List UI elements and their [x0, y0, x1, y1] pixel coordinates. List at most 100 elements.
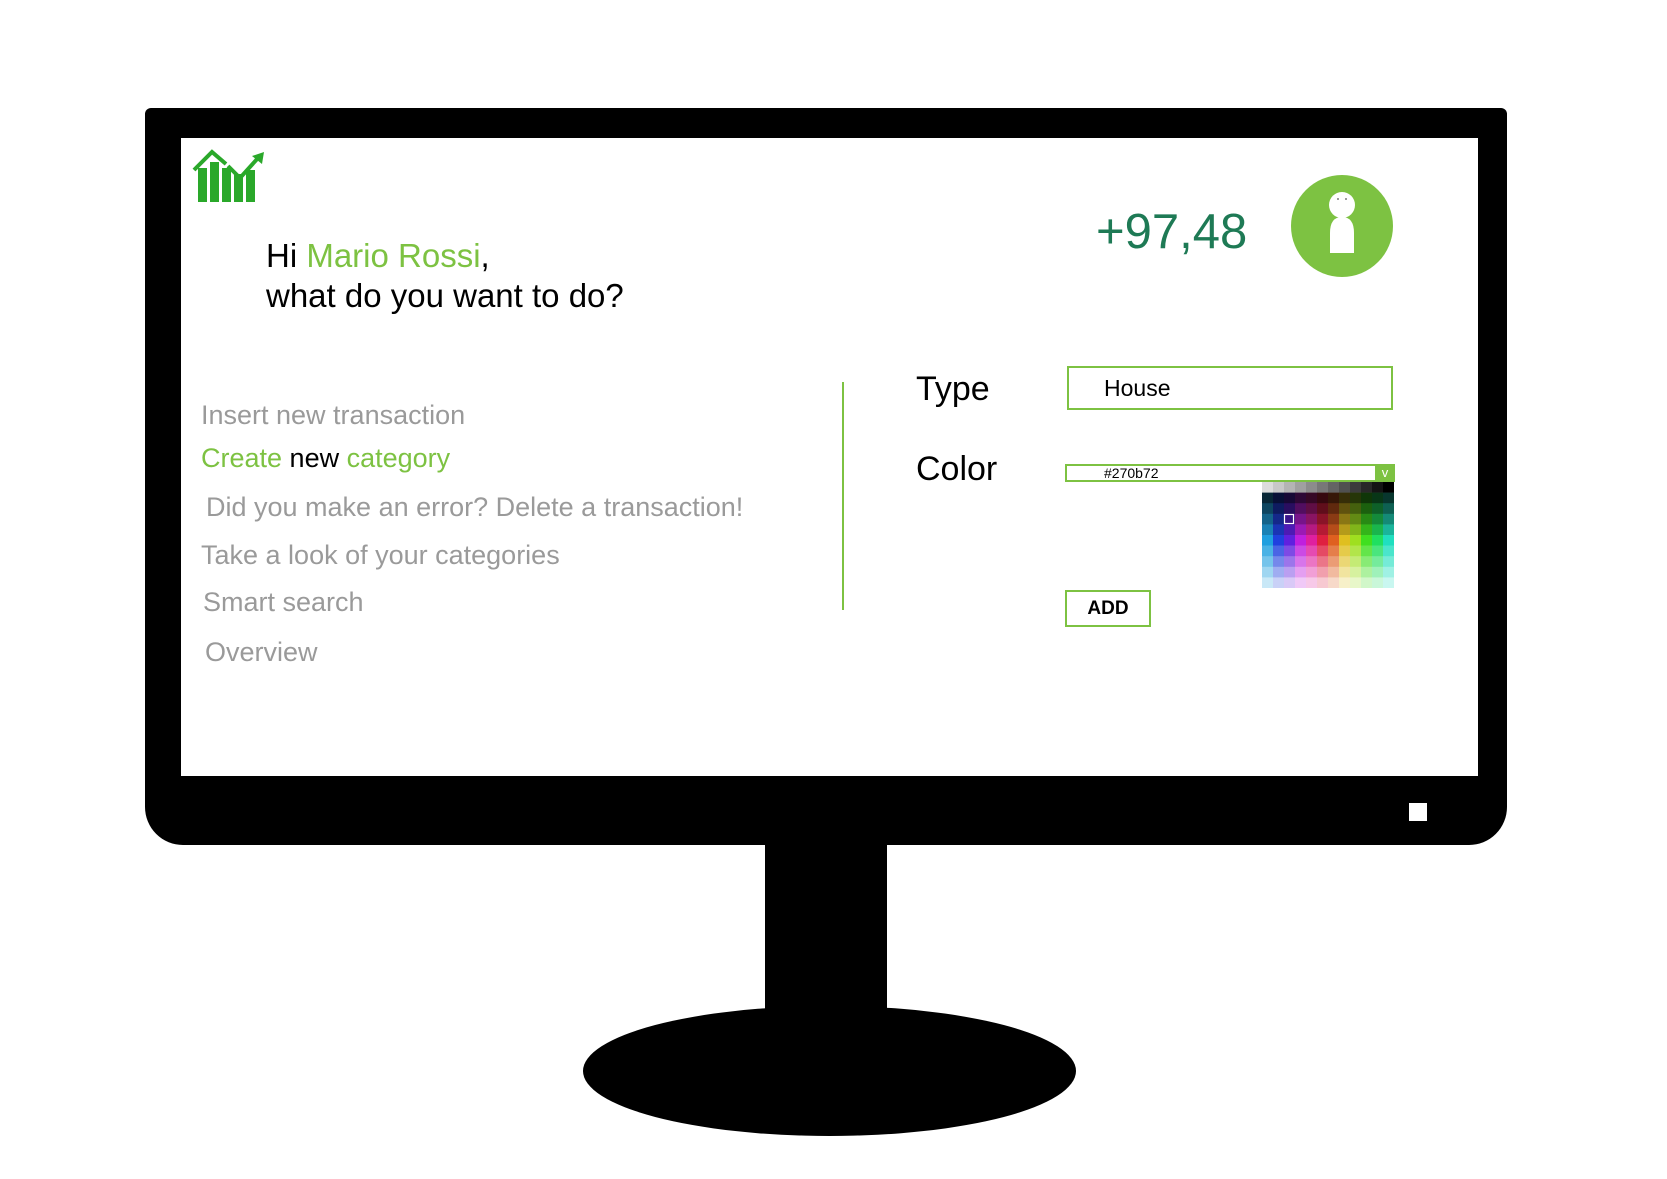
- color-swatch[interactable]: [1361, 503, 1373, 515]
- color-swatch[interactable]: [1306, 566, 1318, 578]
- color-swatch[interactable]: [1383, 577, 1394, 588]
- menu-view-categories[interactable]: Take a look of your categories: [201, 540, 560, 571]
- color-swatch[interactable]: [1273, 503, 1285, 515]
- color-swatch[interactable]: [1262, 503, 1274, 515]
- color-swatch[interactable]: [1339, 503, 1351, 515]
- type-input[interactable]: [1067, 366, 1393, 410]
- color-swatch[interactable]: [1328, 545, 1340, 557]
- color-swatch[interactable]: [1262, 513, 1274, 525]
- color-swatch[interactable]: [1317, 577, 1329, 588]
- color-swatch[interactable]: [1317, 513, 1329, 525]
- color-swatch[interactable]: [1339, 556, 1351, 568]
- color-swatch[interactable]: [1295, 513, 1307, 525]
- color-swatch[interactable]: [1262, 566, 1274, 578]
- color-swatch[interactable]: [1383, 524, 1394, 536]
- color-swatch[interactable]: [1306, 503, 1318, 515]
- color-swatch[interactable]: [1350, 566, 1362, 578]
- color-swatch[interactable]: [1339, 482, 1351, 493]
- color-swatch[interactable]: [1372, 524, 1384, 536]
- color-swatch[interactable]: [1339, 524, 1351, 536]
- color-swatch[interactable]: [1372, 577, 1384, 588]
- color-swatch[interactable]: [1372, 556, 1384, 568]
- color-swatch[interactable]: [1273, 524, 1285, 536]
- color-swatch[interactable]: [1328, 482, 1340, 493]
- chevron-down-icon[interactable]: v: [1375, 464, 1395, 482]
- color-swatch[interactable]: [1383, 513, 1394, 525]
- color-swatch[interactable]: [1339, 566, 1351, 578]
- color-swatch[interactable]: [1361, 566, 1373, 578]
- color-swatch[interactable]: [1295, 492, 1307, 504]
- color-swatch[interactable]: [1295, 524, 1307, 536]
- color-swatch[interactable]: [1383, 482, 1394, 493]
- color-swatch[interactable]: [1372, 482, 1384, 493]
- color-swatch[interactable]: [1361, 577, 1373, 588]
- color-swatch[interactable]: [1262, 535, 1274, 546]
- color-swatch[interactable]: [1306, 524, 1318, 536]
- color-swatch[interactable]: [1350, 503, 1362, 515]
- color-swatch[interactable]: [1317, 482, 1329, 493]
- color-swatch[interactable]: [1306, 482, 1318, 493]
- color-swatch[interactable]: [1372, 545, 1384, 557]
- color-swatch[interactable]: [1273, 566, 1285, 578]
- color-swatch[interactable]: [1361, 482, 1373, 493]
- user-avatar[interactable]: [1291, 175, 1393, 277]
- color-swatch[interactable]: [1262, 492, 1274, 504]
- color-swatch[interactable]: [1284, 524, 1296, 536]
- color-swatch[interactable]: [1295, 577, 1307, 588]
- color-swatch[interactable]: [1350, 545, 1362, 557]
- color-swatch[interactable]: [1339, 535, 1351, 546]
- color-swatch[interactable]: [1306, 545, 1318, 557]
- color-swatch[interactable]: [1284, 482, 1296, 493]
- color-swatch[interactable]: [1328, 566, 1340, 578]
- color-swatch[interactable]: [1295, 545, 1307, 557]
- color-swatch[interactable]: [1262, 577, 1274, 588]
- color-swatch[interactable]: [1339, 513, 1351, 525]
- menu-delete-transaction[interactable]: Did you make an error? Delete a transact…: [206, 492, 743, 523]
- color-swatch[interactable]: [1295, 556, 1307, 568]
- color-swatch[interactable]: [1383, 545, 1394, 557]
- color-swatch[interactable]: [1383, 566, 1394, 578]
- color-swatch[interactable]: [1295, 482, 1307, 493]
- color-swatch[interactable]: [1372, 503, 1384, 515]
- color-swatch[interactable]: [1328, 535, 1340, 546]
- color-swatch[interactable]: [1273, 545, 1285, 557]
- color-swatch[interactable]: [1317, 492, 1329, 504]
- color-swatch[interactable]: [1372, 535, 1384, 546]
- menu-create-category[interactable]: Create new category: [201, 443, 450, 474]
- color-swatch[interactable]: [1262, 545, 1274, 557]
- color-swatch[interactable]: [1262, 482, 1274, 493]
- color-swatch[interactable]: [1328, 577, 1340, 588]
- menu-overview[interactable]: Overview: [205, 637, 318, 668]
- color-swatch[interactable]: [1284, 503, 1296, 515]
- color-swatch[interactable]: [1328, 524, 1340, 536]
- color-swatch[interactable]: [1317, 545, 1329, 557]
- color-swatch[interactable]: [1361, 556, 1373, 568]
- color-swatch[interactable]: [1273, 577, 1285, 588]
- color-swatch[interactable]: [1328, 492, 1340, 504]
- color-swatch[interactable]: [1317, 535, 1329, 546]
- color-swatch[interactable]: [1317, 556, 1329, 568]
- color-swatch[interactable]: [1328, 556, 1340, 568]
- color-swatch[interactable]: [1306, 492, 1318, 504]
- color-swatch[interactable]: [1295, 503, 1307, 515]
- color-swatch[interactable]: [1295, 566, 1307, 578]
- color-swatch[interactable]: [1361, 492, 1373, 504]
- add-button[interactable]: ADD: [1065, 590, 1151, 627]
- color-swatch[interactable]: [1361, 545, 1373, 557]
- color-swatch[interactable]: [1284, 556, 1296, 568]
- color-swatch[interactable]: [1284, 535, 1296, 546]
- color-swatch[interactable]: [1350, 556, 1362, 568]
- color-palette[interactable]: [1262, 482, 1394, 588]
- color-swatch[interactable]: [1306, 513, 1318, 525]
- color-swatch[interactable]: [1361, 535, 1373, 546]
- color-swatch[interactable]: [1372, 513, 1384, 525]
- menu-insert-transaction[interactable]: Insert new transaction: [201, 400, 465, 431]
- color-swatch[interactable]: [1317, 524, 1329, 536]
- color-swatch[interactable]: [1317, 566, 1329, 578]
- color-swatch[interactable]: [1361, 524, 1373, 536]
- color-select[interactable]: #270b72 v: [1065, 464, 1395, 482]
- color-swatch[interactable]: [1350, 513, 1362, 525]
- color-swatch[interactable]: [1284, 566, 1296, 578]
- color-swatch[interactable]: [1383, 492, 1394, 504]
- color-swatch[interactable]: [1350, 577, 1362, 588]
